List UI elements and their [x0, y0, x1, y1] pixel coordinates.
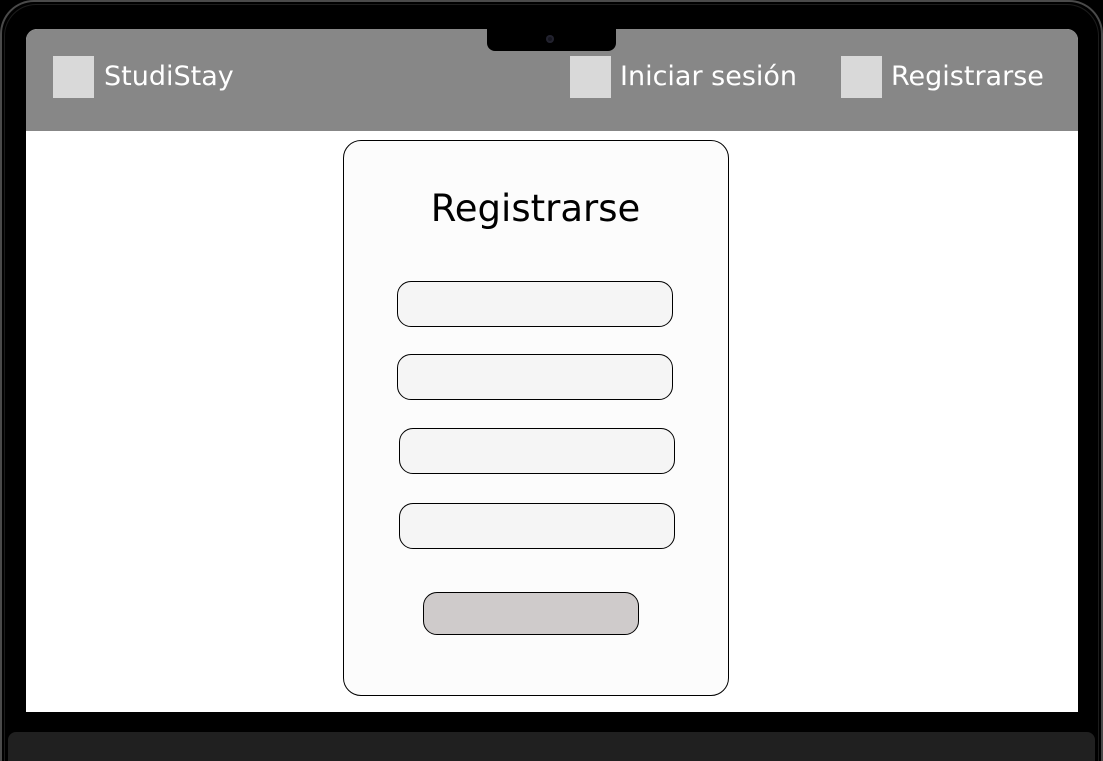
- register-field-1[interactable]: [397, 281, 673, 327]
- register-submit-button[interactable]: [423, 592, 639, 635]
- register-field-4[interactable]: [399, 503, 675, 549]
- login-link[interactable]: Iniciar sesión: [620, 57, 797, 97]
- register-form-title: Registrarse: [430, 187, 641, 230]
- app-screen: StudiStay Iniciar sesión Registrarse Reg…: [26, 29, 1078, 712]
- register-field-2[interactable]: [397, 354, 673, 400]
- register-placeholder-icon[interactable]: [841, 56, 882, 98]
- register-field-3[interactable]: [399, 428, 675, 474]
- brand-logo-placeholder-icon: [53, 56, 94, 98]
- camera-notch: [487, 29, 616, 51]
- brand-name[interactable]: StudiStay: [104, 57, 234, 97]
- login-placeholder-icon[interactable]: [570, 56, 611, 98]
- laptop-hinge: [8, 732, 1095, 761]
- register-link[interactable]: Registrarse: [891, 57, 1044, 97]
- webcam-icon: [546, 35, 554, 43]
- register-form-card: Registrarse: [343, 140, 729, 696]
